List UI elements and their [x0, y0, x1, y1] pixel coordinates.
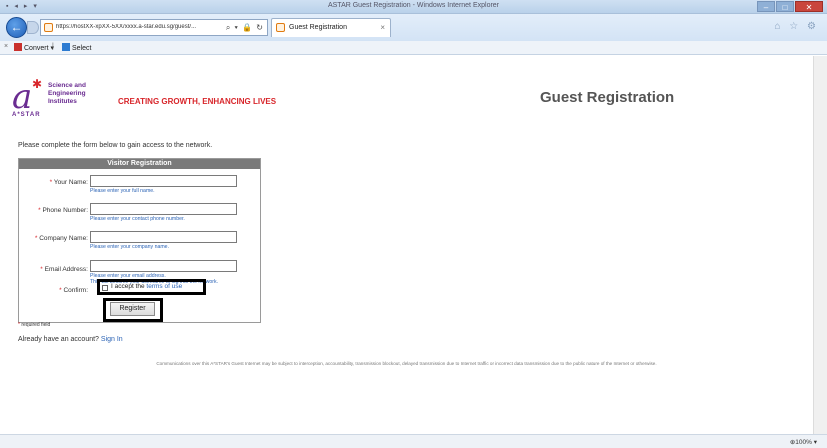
convert-label: Convert	[24, 45, 49, 52]
company-name-input[interactable]	[90, 231, 237, 243]
org-name: Science and Engineering Institutes	[48, 82, 86, 106]
address-bar[interactable]: https://hostXX-xpXX-5XX/xxxx.a-star.edu.…	[40, 19, 268, 36]
company-name-hint: Please enter your company name.	[90, 244, 170, 250]
logo-star-icon: ✱	[32, 77, 43, 91]
org-line-1: Science and	[48, 82, 86, 89]
tagline: CREATING GROWTH, ENHANCING LIVES	[118, 97, 277, 106]
your-name-input[interactable]	[90, 175, 237, 187]
register-button[interactable]: Register	[110, 302, 155, 316]
already-text: Already have an account?	[18, 336, 99, 343]
tab-close-icon[interactable]: ×	[380, 23, 385, 32]
confirm-label: * Confirm:	[59, 287, 88, 294]
already-have-account: Already have an account? Sign In	[18, 336, 123, 343]
required-field-note: * required field	[18, 322, 51, 328]
astar-logo: a ✱ A*STAR	[12, 77, 43, 118]
close-toolbar-icon[interactable]: ×	[4, 43, 8, 50]
select-icon	[62, 43, 70, 51]
email-address-label: * Email Address:	[40, 266, 88, 273]
accept-terms-label: I accept the terms of use	[111, 283, 182, 290]
close-window-button[interactable]: ✕	[795, 1, 823, 12]
tab-favicon-icon	[276, 23, 285, 32]
tab-label: Guest Registration	[289, 24, 347, 31]
your-name-hint: Please enter your full name.	[90, 188, 155, 194]
status-bar: ⊕100% ▾	[0, 434, 827, 448]
address-tools-icons[interactable]: ⌕ ▾ 🔒 ↻	[226, 23, 264, 33]
tab-guest-registration[interactable]: Guest Registration ×	[271, 18, 391, 37]
sign-in-link[interactable]: Sign In	[101, 336, 123, 343]
window-controls: – □ ✕	[757, 1, 823, 12]
pdf-convert-icon	[14, 43, 22, 51]
address-url[interactable]: https://hostXX-xpXX-5XX/xxxx.a-star.edu.…	[56, 24, 206, 30]
logo-astar-text: A*STAR	[12, 112, 41, 118]
company-name-label: * Company Name:	[34, 235, 88, 242]
terms-of-use-link[interactable]: terms of use	[146, 283, 182, 290]
site-favicon-icon	[44, 23, 53, 32]
convert-button[interactable]: Convert ▾	[14, 43, 54, 52]
org-line-3: Institutes	[48, 98, 77, 105]
toolbar-separator: |	[52, 43, 54, 50]
phone-number-input[interactable]	[90, 203, 237, 215]
navigation-bar: ← https://hostXX-xpXX-5XX/xxxx.a-star.ed…	[0, 14, 827, 41]
toolbar-icons[interactable]: ⌂ ☆ ⚙	[774, 21, 819, 32]
window-title-bar: ▪ ◂ ▸ ▾ ASTAR Guest Registration - Windo…	[0, 0, 827, 14]
your-name-label: * Your Name:	[49, 179, 88, 186]
disclaimer-text: Communications over this A*STAR's Guest …	[156, 361, 657, 366]
email-address-input[interactable]	[90, 260, 237, 272]
maximize-button[interactable]: □	[776, 1, 794, 12]
forward-button[interactable]	[27, 21, 39, 34]
back-button[interactable]: ←	[6, 17, 27, 38]
vertical-scrollbar[interactable]	[813, 56, 827, 434]
org-line-2: Engineering	[48, 90, 86, 97]
select-button[interactable]: Select	[62, 43, 91, 52]
select-label: Select	[72, 45, 92, 52]
command-bar: × Convert ▾ | Select	[0, 41, 827, 55]
accept-terms-checkbox[interactable]	[102, 285, 108, 291]
logo-mark: a	[12, 77, 33, 117]
zoom-value: 100%	[795, 439, 812, 446]
phone-number-label: * Phone Number:	[38, 207, 88, 214]
window-title: ASTAR Guest Registration - Windows Inter…	[327, 2, 500, 9]
zoom-level[interactable]: ⊕100% ▾	[790, 438, 817, 446]
form-heading: Visitor Registration	[19, 159, 260, 169]
page-title: Guest Registration	[540, 89, 675, 106]
accept-prefix: I accept the	[111, 283, 145, 290]
intro-text: Please complete the form below to gain a…	[18, 142, 213, 149]
minimize-button[interactable]: –	[757, 1, 775, 12]
phone-number-hint: Please enter your contact phone number.	[90, 216, 185, 222]
page-content: a ✱ A*STAR Science and Engineering Insti…	[0, 56, 813, 434]
